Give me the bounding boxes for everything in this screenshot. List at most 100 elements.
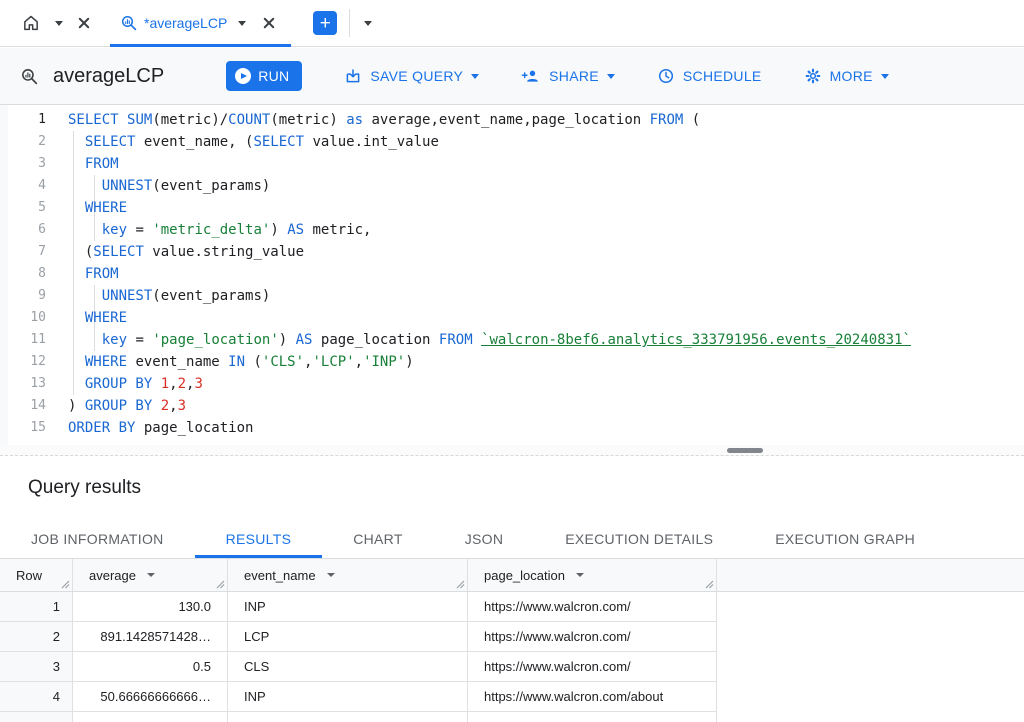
code-line[interactable]: WHERE event_name IN ('CLS','LCP','INP')	[68, 351, 1024, 373]
code-token: COUNT	[228, 112, 270, 128]
row-number-cell: 4	[0, 682, 73, 712]
new-tab-menu-button[interactable]	[359, 8, 377, 38]
results-tab-json[interactable]: JSON	[434, 520, 535, 558]
code-token: 1	[161, 376, 169, 392]
column-resize-handle[interactable]	[705, 580, 714, 589]
row-number-cell: 2	[0, 622, 73, 652]
add-tab-button[interactable]: +	[313, 11, 337, 35]
chevron-down-icon	[55, 21, 63, 26]
close-query-tab-button[interactable]	[257, 8, 281, 38]
column-resize-handle[interactable]	[216, 580, 225, 589]
column-resize-handle[interactable]	[61, 580, 70, 589]
column-header-event_name[interactable]: event_name	[228, 559, 468, 591]
table-cell[interactable]: 0.5	[73, 652, 228, 682]
line-number: 4	[8, 175, 46, 197]
more-button[interactable]: MORE	[804, 67, 889, 85]
code-token: FROM	[85, 266, 119, 282]
code-line[interactable]: GROUP BY 1,2,3	[68, 373, 1024, 395]
table-cell[interactable]: 50.66666666666…	[73, 682, 228, 712]
code-line[interactable]: UNNEST(event_params)	[68, 285, 1024, 307]
table-body: 1130.0INPhttps://www.walcron.com/2891.14…	[0, 592, 1024, 722]
table-cell[interactable]: https://www.walcron.com/	[468, 592, 717, 622]
line-number: 3	[8, 153, 46, 175]
close-icon	[262, 16, 276, 30]
code-line[interactable]: WHERE	[68, 197, 1024, 219]
table-cell[interactable]: INP	[228, 682, 468, 712]
code-token: 'INP'	[363, 354, 405, 370]
code-token	[473, 332, 481, 348]
column-header-label: page_location	[484, 568, 565, 583]
query-tab-averagelcp[interactable]: *averageLCP	[110, 0, 291, 46]
sort-caret-icon[interactable]	[327, 573, 335, 577]
results-tab-results[interactable]: RESULTS	[195, 520, 323, 558]
editor-code[interactable]: SELECT SUM(metric)/COUNT(metric) as aver…	[68, 109, 1024, 439]
chevron-down-icon	[881, 74, 889, 79]
results-tab-job-information[interactable]: JOB INFORMATION	[0, 520, 195, 558]
code-line[interactable]: UNNEST(event_params)	[68, 175, 1024, 197]
drag-handle[interactable]	[727, 448, 763, 453]
code-line[interactable]: (SELECT value.string_value	[68, 241, 1024, 263]
code-token: =	[127, 332, 152, 348]
sort-caret-icon[interactable]	[147, 573, 155, 577]
sort-caret-icon[interactable]	[576, 573, 584, 577]
sql-editor[interactable]: 123456789101112131415 SELECT SUM(metric)…	[0, 105, 1024, 445]
run-button-label: RUN	[258, 68, 289, 84]
column-header-average[interactable]: average	[73, 559, 228, 591]
results-tab-execution-graph[interactable]: EXECUTION GRAPH	[744, 520, 946, 558]
save-query-button[interactable]: SAVE QUERY	[344, 67, 479, 85]
home-tab-button[interactable]	[16, 8, 46, 38]
editor-gutter: 123456789101112131415	[8, 109, 46, 439]
code-line[interactable]: SELECT SUM(metric)/COUNT(metric) as aver…	[68, 109, 1024, 131]
column-resize-handle[interactable]	[456, 580, 465, 589]
code-token: AS	[287, 222, 304, 238]
table-cell[interactable]: LCP	[228, 622, 468, 652]
table-reference-link[interactable]: `walcron-8bef6.analytics_333791956.event…	[481, 332, 911, 348]
panel-resize-divider[interactable]	[0, 445, 1024, 456]
code-token: 2	[178, 376, 186, 392]
code-token: ,	[355, 354, 363, 370]
close-home-tab-button[interactable]	[72, 8, 96, 38]
code-line[interactable]: SELECT event_name, (SELECT value.int_val…	[68, 131, 1024, 153]
code-token: (	[683, 112, 700, 128]
run-button[interactable]: RUN	[226, 61, 302, 91]
table-cell[interactable]: https://www.walcron.com/	[468, 652, 717, 682]
row-number-cell: 1	[0, 592, 73, 622]
schedule-button[interactable]: SCHEDULE	[657, 67, 762, 85]
save-query-label: SAVE QUERY	[370, 68, 463, 84]
line-number: 13	[8, 373, 46, 395]
column-header-page_location[interactable]: page_location	[468, 559, 717, 591]
code-token: 'page_location'	[152, 332, 278, 348]
code-line[interactable]: key = 'page_location') AS page_location …	[68, 329, 1024, 351]
code-token	[68, 288, 102, 304]
column-header-row[interactable]: Row	[0, 559, 73, 591]
table-cell[interactable]: https://www.walcron.com/	[468, 622, 717, 652]
table-cell[interactable]: INP	[228, 592, 468, 622]
results-title: Query results	[28, 477, 141, 499]
code-token	[68, 200, 85, 216]
home-tab-menu-button[interactable]	[50, 8, 68, 38]
line-number: 12	[8, 351, 46, 373]
code-token: )	[279, 332, 296, 348]
table-cell[interactable]: https://www.walcron.com/about	[468, 682, 717, 712]
table-cell[interactable]: CLS	[228, 652, 468, 682]
code-line[interactable]: key = 'metric_delta') AS metric,	[68, 219, 1024, 241]
results-tab-chart[interactable]: CHART	[322, 520, 433, 558]
code-token: page_location	[312, 332, 438, 348]
line-number: 14	[8, 395, 46, 417]
code-line[interactable]: WHERE	[68, 307, 1024, 329]
code-line[interactable]: ORDER BY page_location	[68, 417, 1024, 439]
table-cell	[468, 712, 717, 722]
code-line[interactable]: FROM	[68, 263, 1024, 285]
share-button[interactable]: SHARE	[521, 67, 615, 85]
code-token: WHERE	[85, 310, 127, 326]
results-tab-execution-details[interactable]: EXECUTION DETAILS	[534, 520, 744, 558]
table-row: 2891.1428571428…LCPhttps://www.walcron.c…	[0, 622, 718, 652]
code-token: 'LCP'	[312, 354, 354, 370]
query-tab-menu-button[interactable]	[233, 8, 251, 38]
code-line[interactable]: ) GROUP BY 2,3	[68, 395, 1024, 417]
table-cell[interactable]: 891.1428571428…	[73, 622, 228, 652]
code-line[interactable]: FROM	[68, 153, 1024, 175]
code-token: value.string_value	[144, 244, 304, 260]
query-icon	[20, 67, 39, 86]
table-cell[interactable]: 130.0	[73, 592, 228, 622]
